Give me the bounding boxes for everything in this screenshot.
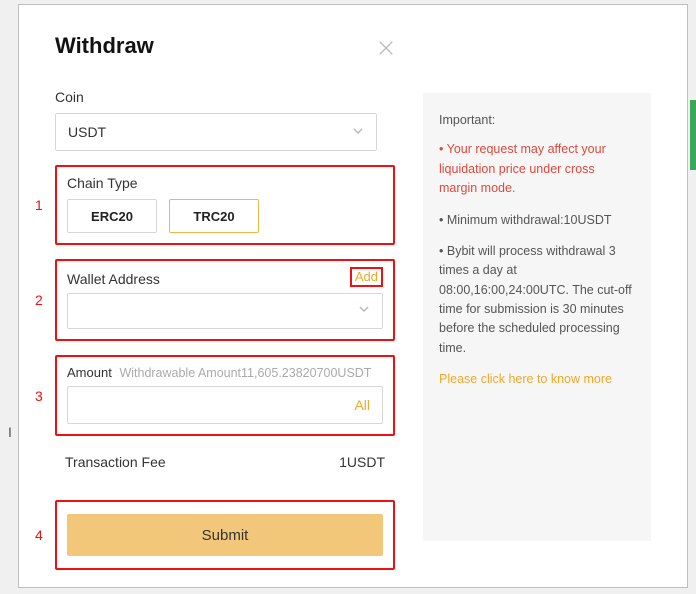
close-icon[interactable] <box>377 39 397 59</box>
learn-more-link[interactable]: Please click here to know more <box>439 370 635 389</box>
submit-button[interactable]: Submit <box>67 514 383 556</box>
fee-label: Transaction Fee <box>65 454 166 470</box>
wallet-label: Wallet Address <box>67 271 160 287</box>
chain-type-section: 1 Chain Type ERC20 TRC20 <box>55 165 395 245</box>
wallet-section: 2 Wallet Address Add <box>55 259 395 341</box>
warning-text: Your request may affect your liquidation… <box>439 140 635 198</box>
chevron-down-icon <box>352 124 364 140</box>
chain-option-erc20[interactable]: ERC20 <box>67 199 157 233</box>
withdraw-modal: Withdraw Coin USDT 1 Chain Type ERC20 TR… <box>18 4 688 588</box>
important-title: Important: <box>439 111 635 130</box>
withdrawable-hint: Withdrawable Amount11,605.23820700USDT <box>119 366 371 380</box>
fee-value: 1USDT <box>339 454 385 470</box>
chain-option-trc20[interactable]: TRC20 <box>169 199 259 233</box>
coin-select[interactable]: USDT <box>55 113 377 151</box>
backdrop-label: I <box>8 424 12 440</box>
annotation-2: 2 <box>35 292 43 308</box>
min-withdrawal-note: Minimum withdrawal:10USDT <box>439 211 635 230</box>
modal-title: Withdraw <box>55 33 395 59</box>
amount-label: Amount <box>67 365 112 380</box>
coin-value: USDT <box>68 124 106 140</box>
coin-label: Coin <box>55 89 395 105</box>
annotation-1: 1 <box>35 197 43 213</box>
add-wallet-link[interactable]: Add <box>350 267 383 287</box>
annotation-4: 4 <box>35 527 43 543</box>
wallet-select[interactable] <box>67 293 383 329</box>
submit-section: 4 Submit <box>55 500 395 570</box>
schedule-note: Bybit will process withdrawal 3 times a … <box>439 242 635 358</box>
amount-section: 3 Amount Withdrawable Amount11,605.23820… <box>55 355 395 436</box>
chevron-down-icon <box>358 302 370 320</box>
amount-all-link[interactable]: All <box>354 397 370 413</box>
amount-input[interactable]: All <box>67 386 383 424</box>
chain-type-label: Chain Type <box>67 175 383 191</box>
annotation-3: 3 <box>35 388 43 404</box>
info-panel: Important: Your request may affect your … <box>423 93 651 541</box>
